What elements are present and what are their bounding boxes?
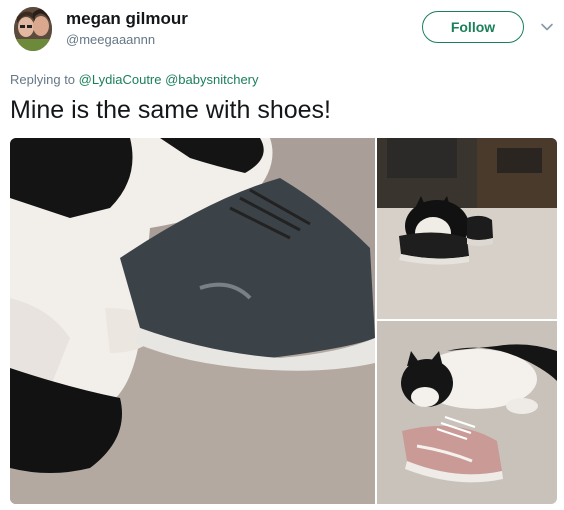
mention-link[interactable]: @LydiaCoutre [79, 72, 162, 87]
photo-cat-with-pink-shoe[interactable] [377, 321, 557, 504]
avatar[interactable] [14, 7, 52, 51]
photo-cat-between-shoes[interactable] [377, 138, 557, 319]
photo-cat-with-sneaker[interactable] [10, 138, 375, 504]
tweet-text: Mine is the same with shoes! [10, 96, 331, 124]
media-grid [10, 138, 557, 504]
user-display-name[interactable]: megan gilmour [66, 9, 188, 29]
tweet-header: megan gilmour @meegaaannn Follow [0, 0, 564, 62]
user-handle[interactable]: @meegaaannn [66, 32, 155, 47]
replying-to-line: Replying to @LydiaCoutre @babysnitchery [10, 72, 259, 87]
mention-link[interactable]: @babysnitchery [165, 72, 258, 87]
chevron-down-icon[interactable] [540, 20, 554, 34]
replying-to-label: Replying to [10, 72, 76, 87]
follow-button[interactable]: Follow [422, 11, 524, 43]
